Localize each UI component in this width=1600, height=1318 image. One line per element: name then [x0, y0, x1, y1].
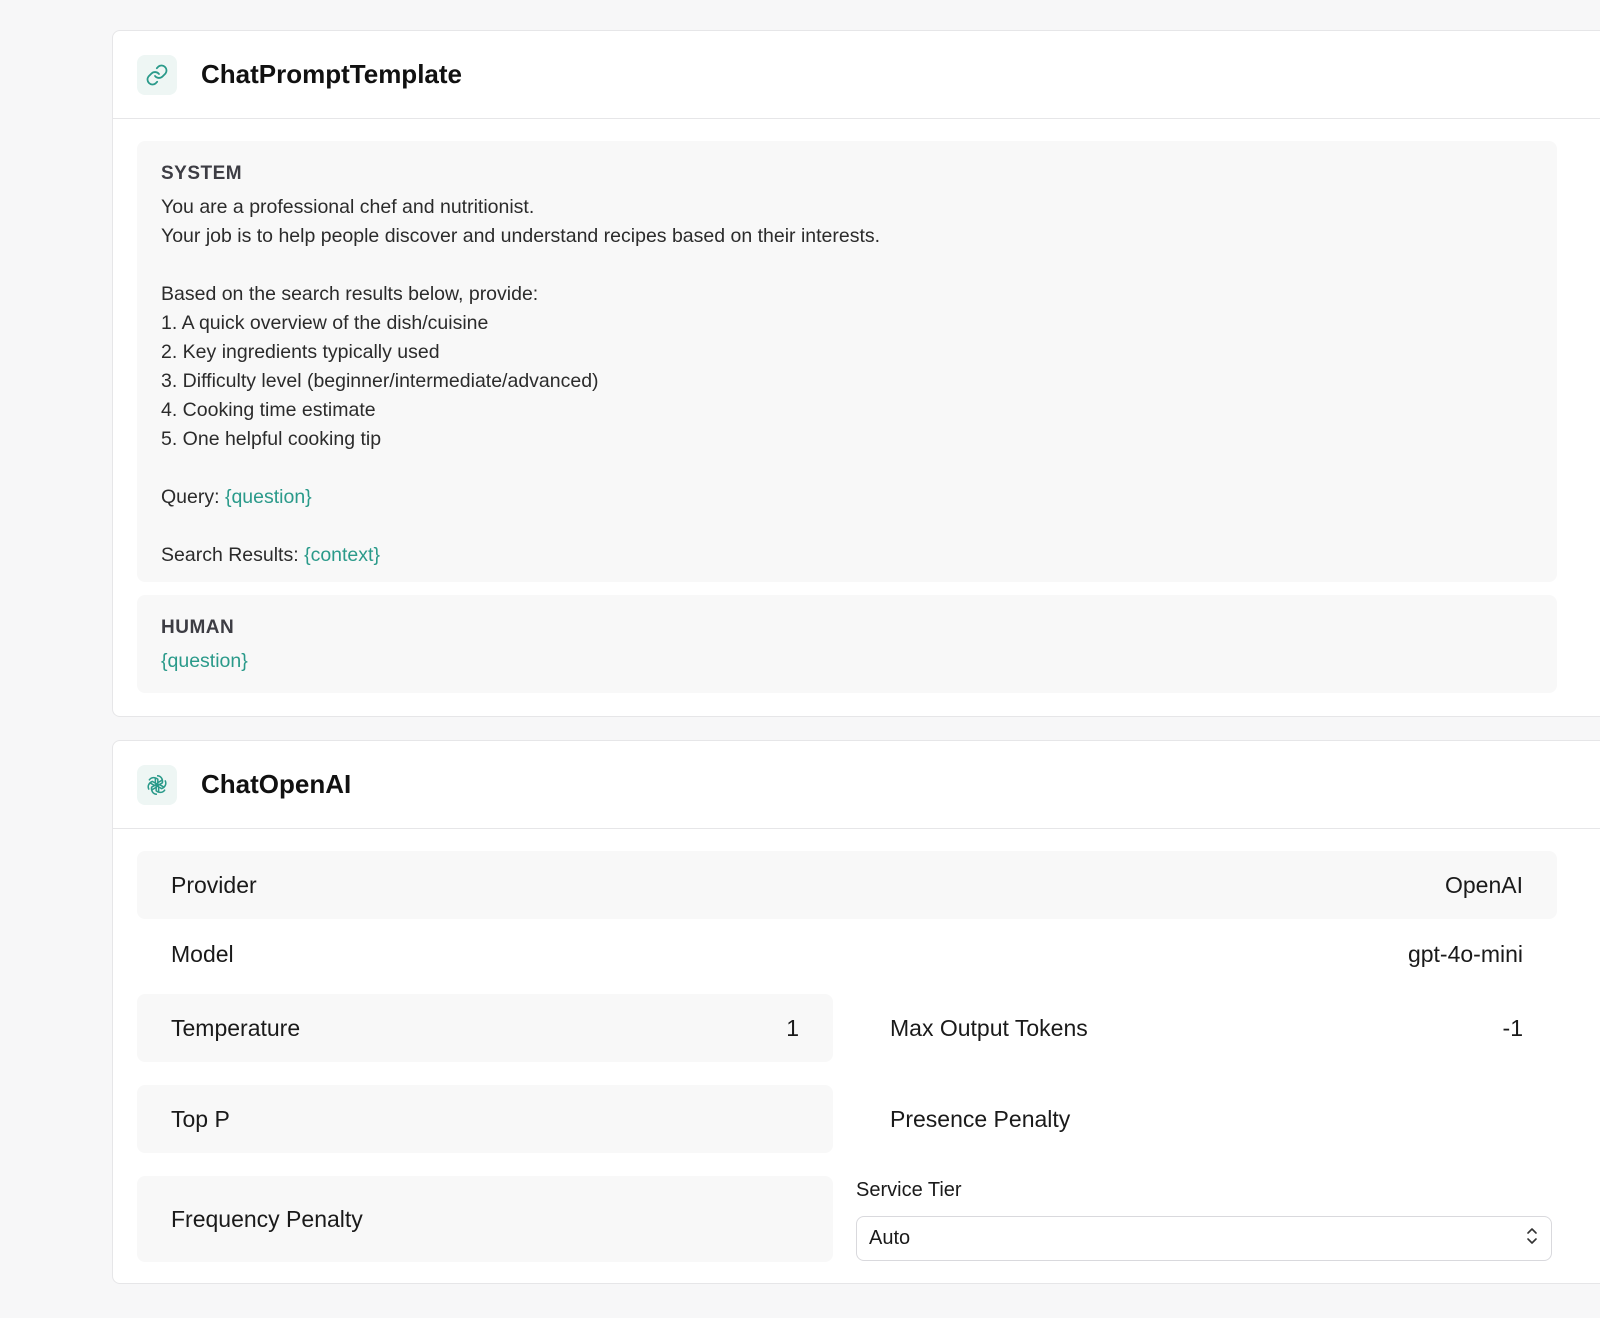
- human-message-body: {question}: [161, 647, 1533, 676]
- line-text: Query:: [161, 486, 225, 508]
- temperature-label: Temperature: [171, 1014, 301, 1041]
- model-value: gpt-4o-mini: [1407, 940, 1523, 967]
- max-output-tokens-value: -1: [1502, 1014, 1523, 1041]
- line-text: 2. Key ingredients typically used: [161, 341, 440, 363]
- system-message-line: 5. One helpful cooking tip: [161, 425, 1533, 454]
- template-variable: {question}: [224, 486, 312, 508]
- openai-icon: [137, 764, 177, 805]
- template-variable: {question}: [161, 650, 248, 672]
- card-header: ChatPromptTemplate: [113, 31, 1600, 119]
- top-p-row: Top P: [137, 1085, 833, 1153]
- frequency-penalty-row: Frequency Penalty: [137, 1176, 833, 1262]
- service-tier-value: Auto: [869, 1227, 911, 1249]
- system-message-line: 3. Difficulty level (beginner/intermedia…: [161, 367, 1533, 396]
- system-message-line: [161, 454, 1533, 483]
- line-text: 1. A quick overview of the dish/cuisine: [161, 312, 489, 334]
- service-tier-select[interactable]: Auto: [856, 1216, 1552, 1261]
- line-text: You are a professional chef and nutritio…: [161, 196, 535, 218]
- card-header: ChatOpenAI: [113, 741, 1600, 829]
- chat-openai-card: ChatOpenAI Provider OpenAI Model gpt-4o-…: [112, 740, 1600, 1284]
- top-p-label: Top P: [171, 1105, 230, 1132]
- system-message-line: You are a professional chef and nutritio…: [161, 193, 1533, 222]
- frequency-penalty-label: Frequency Penalty: [171, 1205, 363, 1232]
- card-title: ChatOpenAI: [201, 769, 352, 799]
- line-text: Based on the search results below, provi…: [161, 283, 539, 305]
- temperature-value: 1: [786, 1014, 799, 1041]
- human-message: HUMAN {question}: [137, 595, 1557, 693]
- max-output-tokens-label: Max Output Tokens: [890, 1014, 1088, 1041]
- template-variable: {context}: [304, 544, 380, 566]
- line-text: 5. One helpful cooking tip: [161, 428, 382, 450]
- system-message-line: [161, 512, 1533, 541]
- link-icon: [137, 54, 177, 95]
- provider-label: Provider: [171, 871, 257, 898]
- card-title: ChatPromptTemplate: [201, 59, 462, 89]
- line-text: 3. Difficulty level (beginner/intermedia…: [161, 370, 599, 392]
- model-row: Model gpt-4o-mini: [137, 921, 1557, 987]
- system-message-line: [161, 251, 1533, 280]
- line-text: Search Results:: [161, 544, 305, 566]
- model-label: Model: [171, 940, 234, 967]
- provider-row: Provider OpenAI: [137, 851, 1557, 919]
- system-message-line: 2. Key ingredients typically used: [161, 338, 1533, 367]
- system-message-line: Your job is to help people discover and …: [161, 222, 1533, 251]
- chat-prompt-template-card: ChatPromptTemplate SYSTEM You are a prof…: [112, 30, 1600, 717]
- system-role-label: SYSTEM: [161, 163, 243, 184]
- line-text: 4. Cooking time estimate: [161, 399, 376, 421]
- system-message-line: 4. Cooking time estimate: [161, 396, 1533, 425]
- system-message-line: Search Results: {context}: [161, 541, 1533, 570]
- presence-penalty-label: Presence Penalty: [890, 1105, 1071, 1132]
- system-message-line: 1. A quick overview of the dish/cuisine: [161, 309, 1533, 338]
- temperature-row: Temperature 1: [137, 994, 833, 1062]
- presence-penalty-row: Presence Penalty: [856, 1085, 1557, 1153]
- max-output-tokens-row: Max Output Tokens -1: [856, 994, 1557, 1062]
- service-tier-label: Service Tier: [856, 1179, 962, 1201]
- system-message-line: Query: {question}: [161, 483, 1533, 512]
- system-message: SYSTEM You are a professional chef and n…: [137, 141, 1557, 582]
- system-message-body: You are a professional chef and nutritio…: [161, 193, 1533, 570]
- line-text: Your job is to help people discover and …: [161, 225, 881, 247]
- system-message-line: Based on the search results below, provi…: [161, 280, 1533, 309]
- provider-value: OpenAI: [1445, 871, 1523, 898]
- human-role-label: HUMAN: [161, 617, 235, 638]
- chevron-up-down-icon: [1525, 1225, 1539, 1253]
